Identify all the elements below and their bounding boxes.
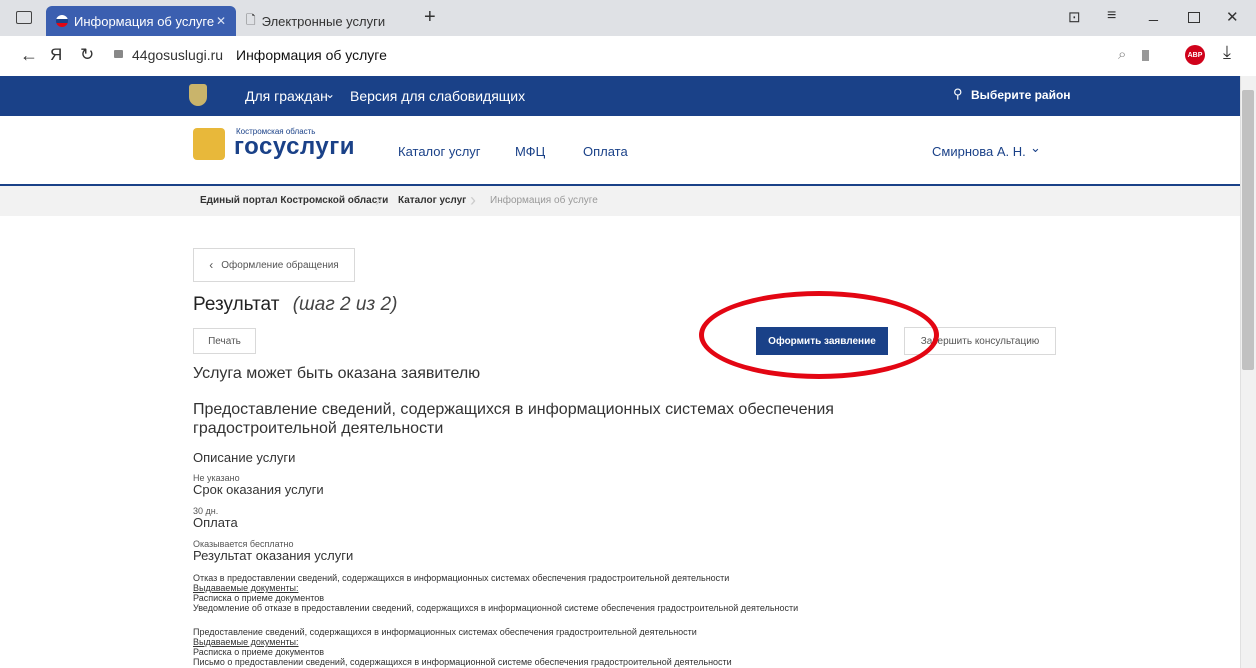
address-bar: ← Я ↻ 44gosuslugi.ru Информация об услуг…	[0, 36, 1256, 77]
tab-e-services[interactable]: 🗋 Электронные услуги	[236, 6, 396, 36]
back-to-request-button[interactable]: ‹ Оформление обращения	[193, 248, 355, 282]
reload-icon[interactable]: ↻	[80, 45, 94, 65]
result-heading: Результат оказания услуги	[193, 548, 354, 563]
page-title-text: Результат	[193, 294, 280, 315]
close-tab-icon[interactable]: ✕	[216, 14, 226, 28]
yandex-icon[interactable]: Я	[50, 45, 62, 65]
page-title: Результат (шаг 2 из 2)	[193, 294, 397, 316]
breadcrumb: Единый портал Костромской области › Ката…	[0, 184, 1240, 216]
can-provide-text: Услуга может быть оказана заявителю	[193, 365, 481, 382]
maximize-icon[interactable]	[1188, 12, 1200, 23]
select-region-link[interactable]: Выберите район	[971, 88, 1071, 102]
minimize-icon[interactable]: _	[1149, 5, 1158, 23]
print-button-label: Печать	[208, 335, 241, 347]
doc-receipt: Расписка о приеме документов	[193, 647, 325, 657]
back-arrow-icon[interactable]: ←	[20, 45, 38, 66]
chevron-down-icon[interactable]: ⌄	[325, 87, 335, 101]
tab-label: Информация об услуге	[74, 13, 215, 29]
citizens-menu[interactable]: Для граждан	[245, 88, 328, 104]
site-header: Костромская область госуслуги Каталог ус…	[0, 116, 1240, 184]
sidebar-toggle-icon[interactable]	[16, 11, 32, 24]
bookmark-icon[interactable]: ⊡	[1068, 8, 1081, 26]
doc-receipt: Расписка о приеме документов	[193, 593, 325, 603]
chevron-left-icon: ‹	[209, 258, 214, 272]
description-heading: Описание услуги	[193, 450, 296, 465]
nav-mfc[interactable]: МФЦ	[515, 144, 545, 159]
close-window-icon[interactable]: ✕	[1226, 8, 1239, 26]
logo-emblem-icon[interactable]	[193, 128, 225, 160]
print-button[interactable]: Печать	[193, 328, 256, 354]
result-provision: Предоставление сведений, содержащихся в …	[193, 627, 697, 637]
user-chevron-icon[interactable]: ⌄	[1030, 140, 1041, 156]
breadcrumb-separator-icon: ›	[470, 190, 476, 210]
url-page-title[interactable]: Информация об услуге	[236, 47, 387, 63]
back-button-label: Оформление обращения	[221, 259, 339, 271]
user-menu[interactable]: Смирнова А. Н.	[932, 144, 1026, 159]
logo-gosuslugi[interactable]: госуслуги	[234, 133, 355, 161]
breadcrumb-separator-icon: ›	[375, 190, 381, 210]
highlight-ellipse	[699, 291, 939, 379]
browser-tab-bar: Информация об услуге ✕ 🗋 Электронные усл…	[0, 0, 1256, 36]
low-vision-link[interactable]: Версия для слабовидящих	[350, 88, 525, 104]
payment-heading: Оплата	[193, 515, 238, 530]
breadcrumb-current: Информация об услуге	[490, 195, 598, 206]
search-icon[interactable]: ⌕	[1118, 46, 1126, 63]
tab-service-info[interactable]: Информация об услуге ✕	[46, 6, 236, 36]
adblock-icon[interactable]: ABP	[1185, 45, 1205, 65]
gosuslugi-favicon-icon	[56, 15, 68, 27]
step-indicator: (шаг 2 из 2)	[292, 294, 398, 315]
location-pin-icon: ⚲	[953, 86, 963, 101]
service-name: Предоставление сведений, содержащихся в …	[193, 401, 834, 437]
doc-refusal-notice: Уведомление об отказе в предоставлении с…	[193, 603, 799, 613]
breadcrumb-catalog[interactable]: Каталог услуг	[398, 195, 466, 206]
nav-catalog[interactable]: Каталог услуг	[398, 144, 481, 159]
breadcrumb-portal[interactable]: Единый портал Костромской области	[200, 195, 388, 206]
page-icon: 🗋	[246, 12, 256, 27]
new-tab-button[interactable]: +	[424, 6, 436, 29]
menu-icon[interactable]: ≡	[1107, 7, 1116, 25]
nav-payment[interactable]: Оплата	[583, 144, 628, 159]
lock-icon	[114, 50, 123, 58]
url-host[interactable]: 44gosuslugi.ru	[132, 47, 223, 63]
coat-of-arms-icon	[189, 84, 207, 106]
site-top-nav: Для граждан ⌄ Версия для слабовидящих ⚲ …	[0, 76, 1240, 116]
doc-provision-letter: Письмо о предоставлении сведений, содерж…	[193, 657, 732, 667]
scrollbar-thumb[interactable]	[1242, 90, 1254, 370]
term-heading: Срок оказания услуги	[193, 482, 324, 497]
bookmark-flag-icon[interactable]	[1142, 50, 1149, 61]
issued-docs-link[interactable]: Выдаваемые документы:	[193, 637, 299, 647]
issued-docs-link[interactable]: Выдаваемые документы:	[193, 583, 299, 593]
result-refusal: Отказ в предоставлении сведений, содержа…	[193, 573, 730, 583]
tab-label: Электронные услуги	[261, 13, 386, 29]
download-icon[interactable]: ⤓	[1223, 42, 1231, 63]
